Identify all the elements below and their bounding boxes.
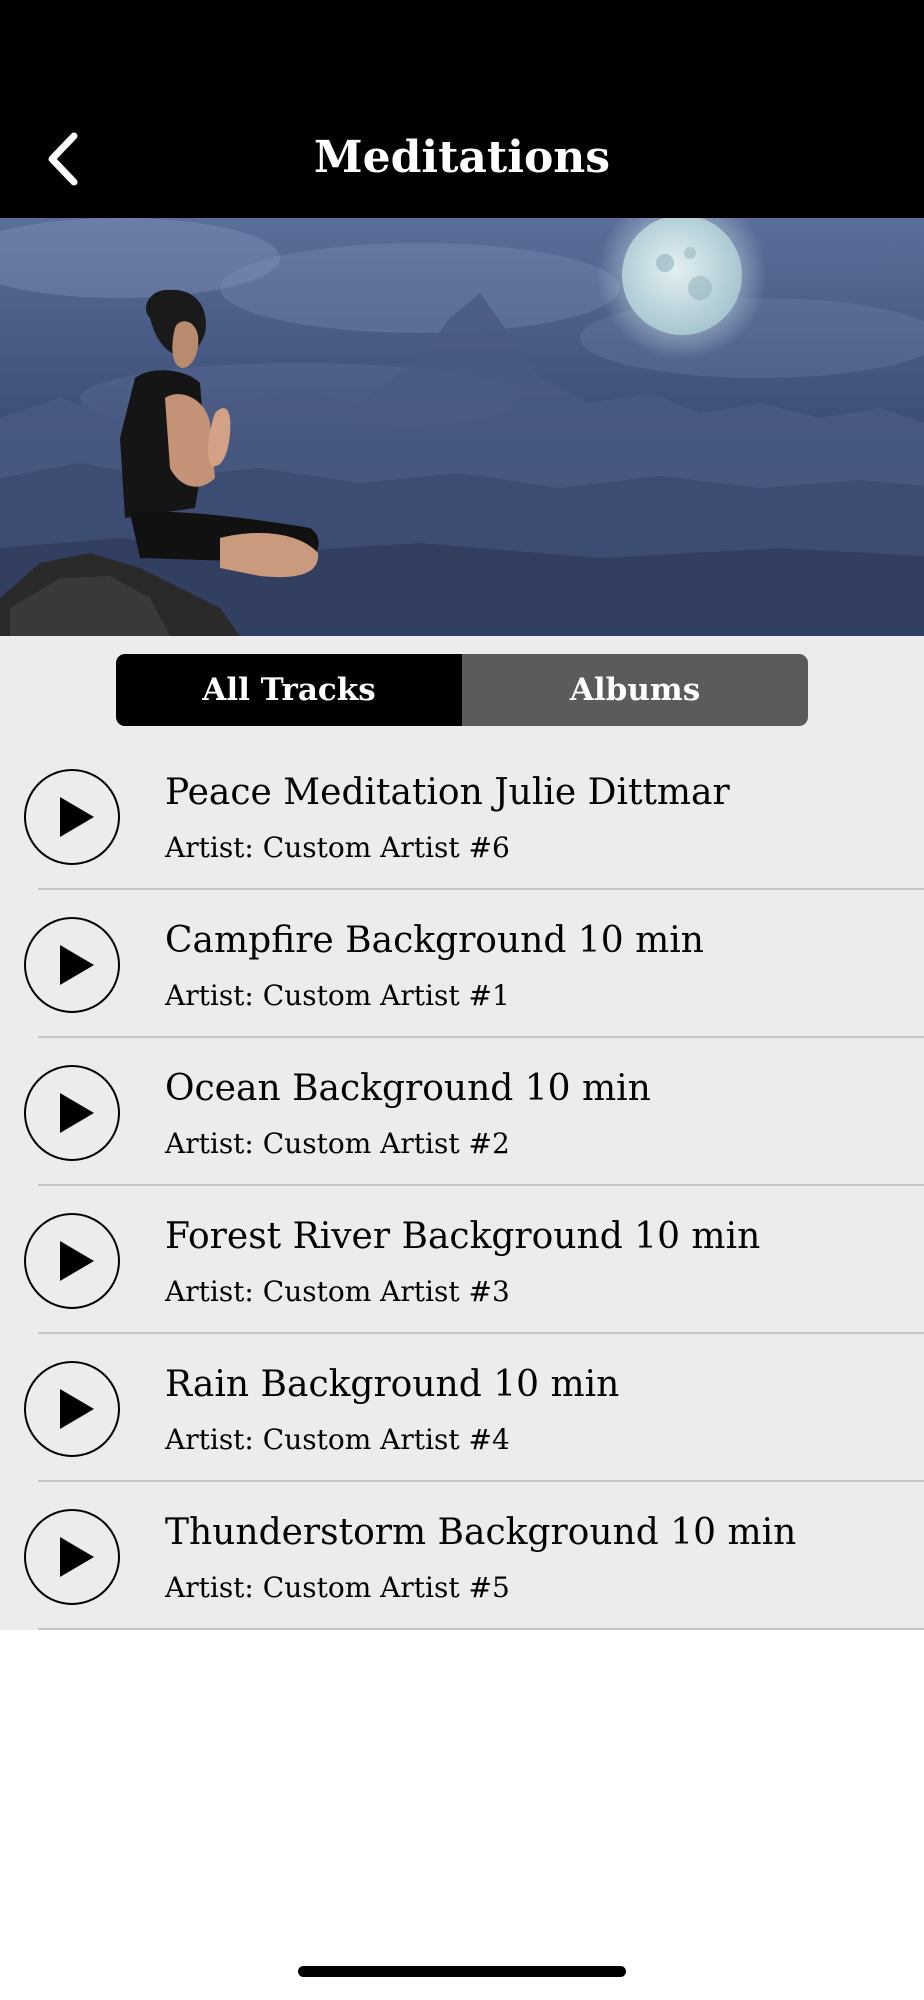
track-artist: Artist: Custom Artist #2 xyxy=(165,1127,510,1160)
tab-all-tracks[interactable]: All Tracks xyxy=(116,654,462,726)
tab-segment-control: All Tracks Albums xyxy=(116,654,808,726)
list-item[interactable]: Rain Background 10 min Artist: Custom Ar… xyxy=(0,1334,924,1482)
track-title: Forest River Background 10 min xyxy=(165,1216,761,1257)
list-item[interactable]: Ocean Background 10 min Artist: Custom A… xyxy=(0,1038,924,1186)
play-button[interactable] xyxy=(24,769,120,865)
tab-albums[interactable]: Albums xyxy=(462,654,808,726)
play-icon xyxy=(60,1537,94,1577)
list-item[interactable]: Thunderstorm Background 10 min Artist: C… xyxy=(0,1482,924,1630)
track-title: Peace Meditation Julie Dittmar xyxy=(165,772,730,813)
play-icon xyxy=(60,945,94,985)
play-button[interactable] xyxy=(24,917,120,1013)
play-icon xyxy=(60,1241,94,1281)
play-icon xyxy=(60,1093,94,1133)
track-title: Thunderstorm Background 10 min xyxy=(165,1512,797,1553)
track-title: Ocean Background 10 min xyxy=(165,1068,651,1109)
track-artist: Artist: Custom Artist #6 xyxy=(165,831,510,864)
track-title: Campfire Background 10 min xyxy=(165,920,704,961)
play-icon xyxy=(60,1389,94,1429)
track-artist: Artist: Custom Artist #4 xyxy=(165,1423,510,1456)
list-item[interactable]: Campfire Background 10 min Artist: Custo… xyxy=(0,890,924,1038)
track-artist: Artist: Custom Artist #3 xyxy=(165,1275,510,1308)
list-item[interactable]: Peace Meditation Julie Dittmar Artist: C… xyxy=(0,742,924,890)
play-button[interactable] xyxy=(24,1361,120,1457)
play-button[interactable] xyxy=(24,1213,120,1309)
play-button[interactable] xyxy=(24,1509,120,1605)
list-item[interactable]: Forest River Background 10 min Artist: C… xyxy=(0,1186,924,1334)
hero-image xyxy=(0,218,924,636)
app-header: Meditations xyxy=(0,0,924,218)
divider xyxy=(38,1628,924,1630)
track-title: Rain Background 10 min xyxy=(165,1364,620,1405)
track-artist: Artist: Custom Artist #5 xyxy=(165,1571,510,1604)
home-indicator[interactable] xyxy=(298,1966,626,1977)
play-button[interactable] xyxy=(24,1065,120,1161)
track-artist: Artist: Custom Artist #1 xyxy=(165,979,510,1012)
play-icon xyxy=(60,797,94,837)
page-title: Meditations xyxy=(313,132,611,183)
